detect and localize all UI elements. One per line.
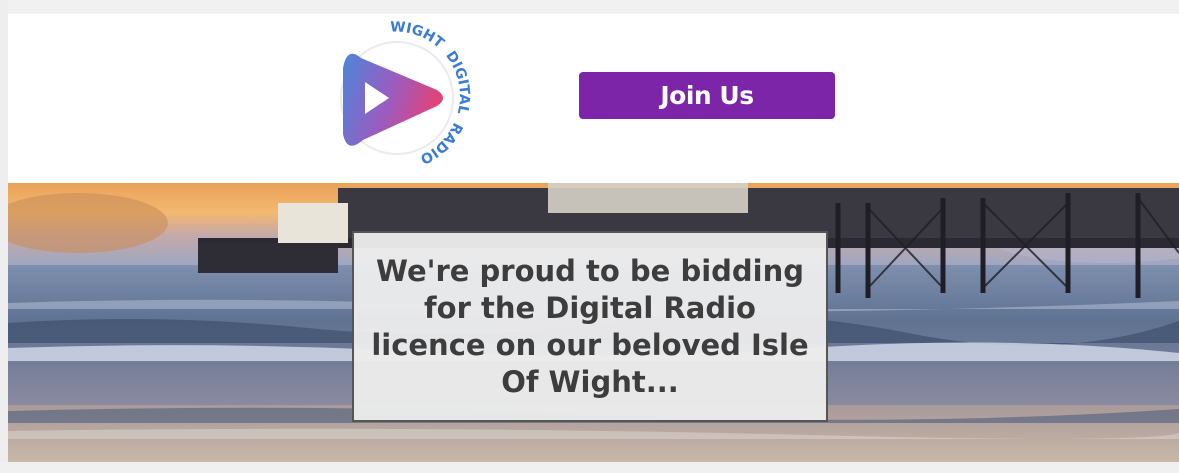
- footer-strip: [0, 462, 1179, 473]
- page: WIGHT DIGITAL RADIO Join Us We're proud …: [0, 0, 1179, 473]
- join-us-button[interactable]: Join Us: [579, 72, 835, 119]
- wight-digital-radio-logo[interactable]: WIGHT DIGITAL RADIO: [333, 16, 473, 181]
- logo-text-digital: DIGITAL: [442, 48, 472, 116]
- hero-caption-text: We're proud to be bidding for the Digita…: [371, 253, 809, 399]
- site-header: WIGHT DIGITAL RADIO Join Us: [8, 14, 1179, 183]
- logo-text-radio: RADIO: [417, 120, 465, 167]
- hero-caption-box: We're proud to be bidding for the Digita…: [352, 231, 828, 422]
- left-gutter: [0, 0, 8, 473]
- play-badge-icon: [343, 53, 443, 146]
